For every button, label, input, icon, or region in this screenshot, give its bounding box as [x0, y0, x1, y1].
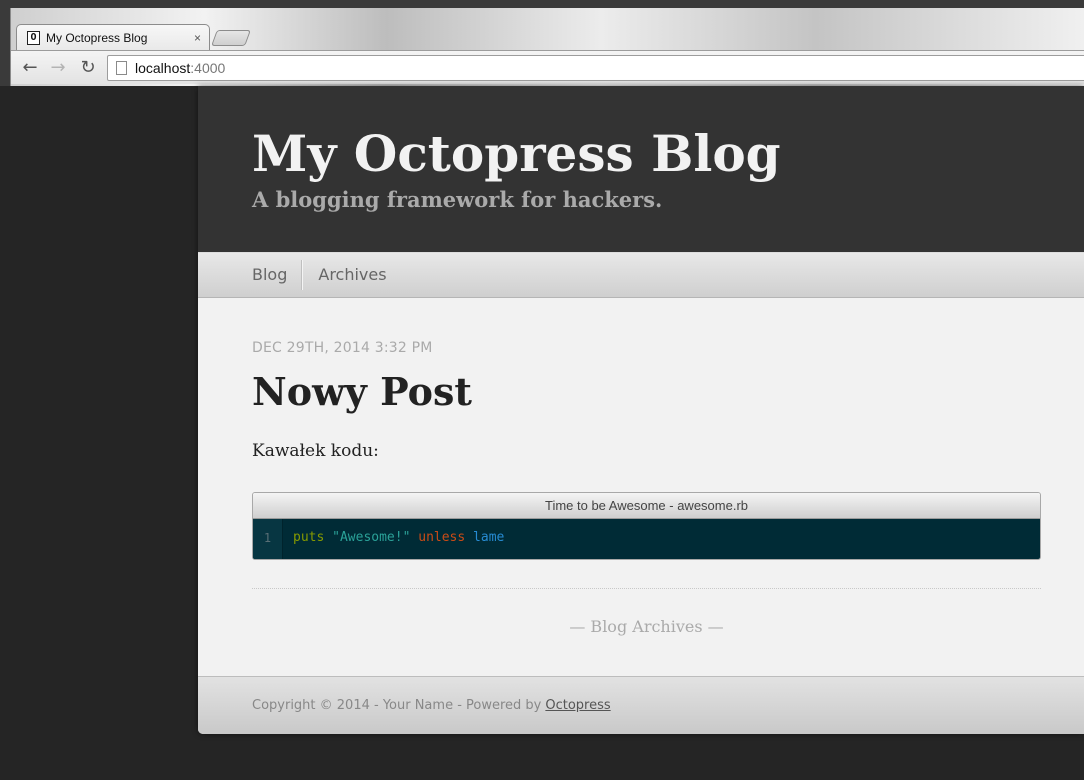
blog-archives-link[interactable]: — Blog Archives — [252, 617, 1041, 636]
code-token-identifier: lame [473, 530, 505, 545]
code-caption: Time to be Awesome - awesome.rb [253, 493, 1040, 519]
post-separator [252, 588, 1041, 589]
post-title[interactable]: Nowy Post [252, 369, 1042, 415]
line-number: 1 [253, 519, 283, 559]
nav-blog-link[interactable]: Blog [252, 260, 303, 290]
code-line: puts "Awesome!" unless lame [283, 519, 504, 559]
main-navigation: Blog Archives [198, 252, 1084, 298]
close-tab-icon[interactable]: × [194, 31, 201, 45]
post-date: DEC 29TH, 2014 3:32 PM [252, 340, 433, 356]
site-subtitle: A blogging framework for hackers. [252, 187, 663, 212]
address-bar[interactable]: localhost:4000 [107, 55, 1084, 81]
code-area: 1 puts "Awesome!" unless lame [253, 519, 1040, 559]
browser-toolbar: ← → ↻ localhost:4000 [11, 50, 1084, 84]
forward-arrow-icon[interactable]: → [47, 57, 69, 79]
nav-archives-link[interactable]: Archives [302, 260, 387, 290]
code-token-function: puts [293, 530, 325, 545]
site-footer: Copyright © 2014 - Your Name - Powered b… [198, 676, 1084, 734]
post-content: DEC 29TH, 2014 3:32 PM Nowy Post Kawałek… [198, 298, 1084, 676]
octopress-favicon-icon: O [27, 30, 40, 45]
code-token-string: "Awesome!" [332, 530, 411, 545]
page-icon [116, 61, 127, 75]
back-arrow-icon[interactable]: ← [19, 57, 41, 79]
url-port: :4000 [190, 60, 226, 76]
browser-chrome: O My Octopress Blog × ← → ↻ localhost:40… [0, 0, 1084, 86]
post-body-text: Kawałek kodu: [252, 441, 379, 461]
new-tab-button[interactable] [211, 30, 251, 46]
url-host: localhost [135, 60, 191, 76]
browser-tab[interactable]: O My Octopress Blog × [16, 24, 210, 50]
tab-title: My Octopress Blog [46, 30, 148, 45]
site-header: My Octopress Blog A blogging framework f… [198, 86, 1084, 252]
reload-icon[interactable]: ↻ [77, 57, 99, 79]
site-title[interactable]: My Octopress Blog [252, 124, 1084, 184]
footer-copyright: Copyright © 2014 - Your Name - Powered b… [252, 698, 542, 713]
code-block: Time to be Awesome - awesome.rb 1 puts "… [252, 492, 1041, 560]
code-token-keyword: unless [418, 530, 466, 545]
footer-octopress-link[interactable]: Octopress [545, 698, 610, 713]
blog-page: My Octopress Blog A blogging framework f… [198, 86, 1084, 734]
